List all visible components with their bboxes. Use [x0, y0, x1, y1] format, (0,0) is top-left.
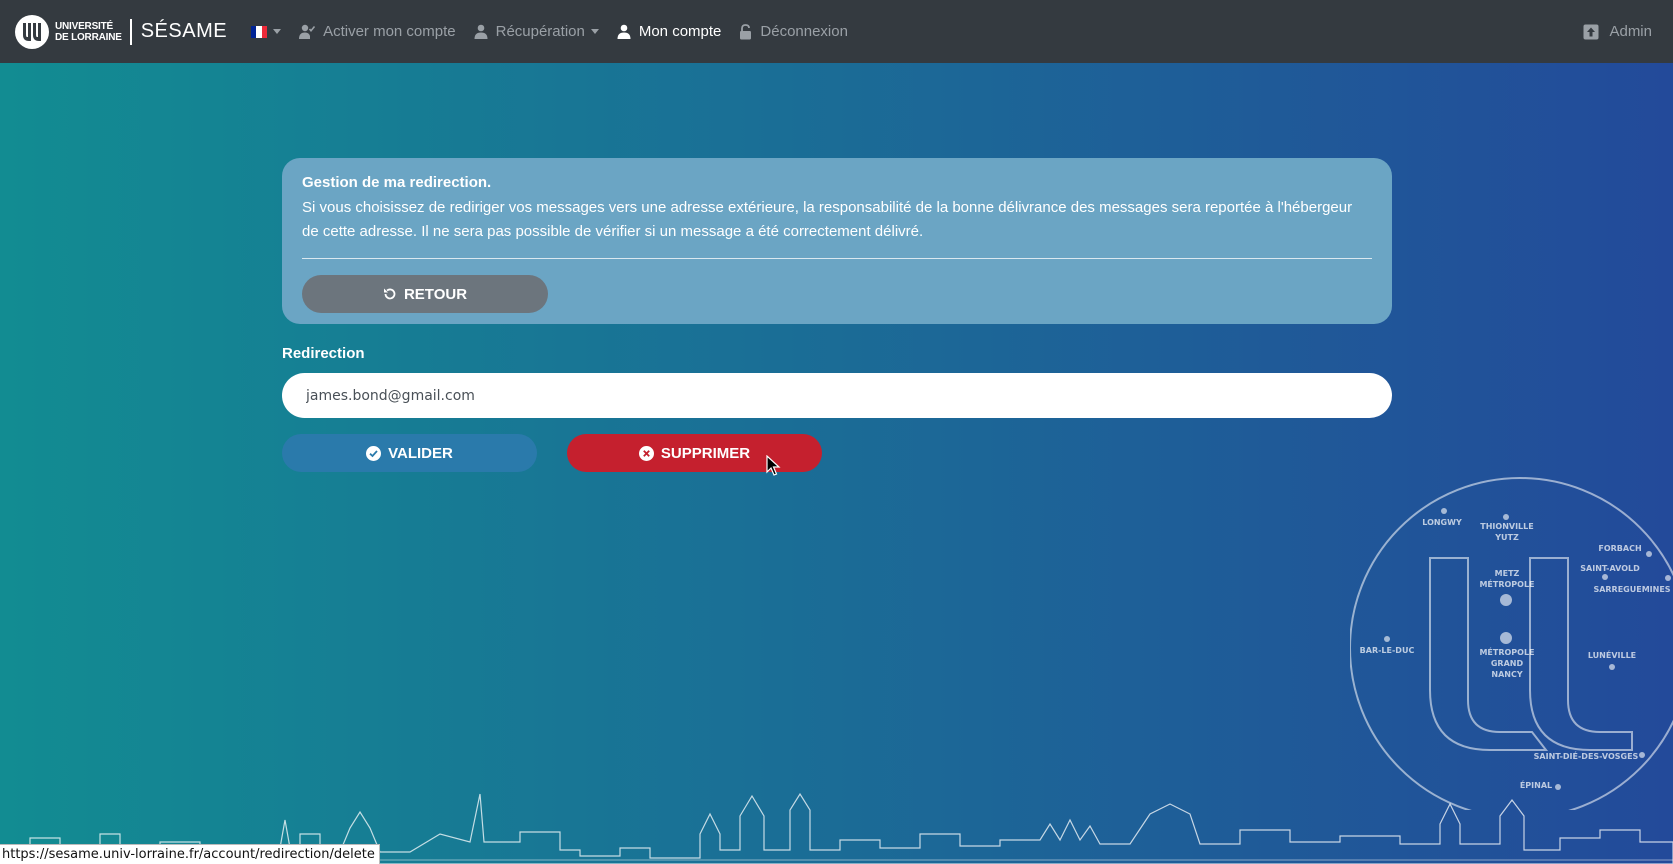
nav-admin-label: Admin [1609, 23, 1652, 40]
validate-button[interactable]: VALIDER [282, 434, 537, 472]
map-city-label: MÉTROPOLE [1479, 646, 1534, 657]
map-city-label: SAINT-DIÉ-DES-VOSGES [1534, 750, 1639, 761]
navbar: UNIVERSITÉ DE LORRAINE SÉSAME Activer mo… [0, 0, 1673, 63]
nav-my-account[interactable]: Mon compte [617, 23, 722, 40]
nav-recovery-label: Récupération [495, 23, 585, 40]
undo-icon [383, 288, 396, 300]
map-city-label: METZ [1495, 569, 1520, 578]
validate-button-label: VALIDER [388, 444, 453, 462]
logo-text: UNIVERSITÉ DE LORRAINE [55, 21, 122, 43]
alert-divider [302, 258, 1372, 259]
nav-my-account-label: Mon compte [638, 23, 722, 40]
language-dropdown[interactable] [251, 25, 282, 38]
map-city-label: LUNÉVILLE [1588, 649, 1636, 660]
map-city-label: NANCY [1491, 670, 1522, 679]
x-circle-icon [638, 445, 654, 461]
user-icon [617, 24, 631, 39]
logo-line-1: UNIVERSITÉ [55, 20, 114, 32]
chevron-down-icon [590, 29, 599, 34]
redirection-info-alert: Gestion de ma redirection. Si vous chois… [282, 158, 1392, 324]
redirection-label: Redirection [282, 345, 365, 362]
check-circle-icon [366, 445, 382, 461]
nav-logout-label: Déconnexion [760, 23, 848, 40]
nav-recovery[interactable]: Récupération [474, 23, 599, 40]
map-city-label: LONGWY [1422, 518, 1462, 527]
alert-title: Gestion de ma redirection. [302, 174, 492, 191]
map-city-label: GRAND [1491, 659, 1524, 668]
map-city-label: SARREGUEMINES [1593, 585, 1670, 594]
lorraine-map-decoration: LONGWY THIONVILLE YUTZ FORBACH SAINT-AVO… [1350, 477, 1673, 810]
user-icon [474, 24, 488, 39]
university-logo-icon [15, 14, 49, 49]
map-city-label: YUTZ [1494, 533, 1519, 542]
user-check-icon [299, 24, 316, 39]
back-button-label: RETOUR [403, 285, 468, 303]
upload-icon [1583, 24, 1599, 39]
brand-name: SÉSAME [140, 20, 228, 42]
map-city-label: THIONVILLE [1480, 522, 1533, 531]
map-city-label: SAINT-AVOLD [1580, 564, 1640, 573]
map-city-label: BAR-LE-DUC [1360, 646, 1415, 655]
back-button[interactable]: RETOUR [302, 275, 548, 313]
redirection-email-input[interactable] [282, 373, 1392, 418]
chevron-down-icon [273, 29, 282, 34]
nav-activate-account-label: Activer mon compte [323, 23, 456, 40]
delete-button-label: SUPPRIMER [660, 444, 751, 462]
logo-line-2: DE LORRAINE [55, 31, 122, 43]
brand-link[interactable]: UNIVERSITÉ DE LORRAINE SÉSAME [15, 14, 228, 49]
nav-logout[interactable]: Déconnexion [739, 23, 848, 40]
alert-body: Si vous choisissez de rediriger vos mess… [302, 199, 1353, 240]
unlock-icon [740, 23, 752, 39]
brand-separator [129, 18, 132, 45]
map-city-label: FORBACH [1598, 544, 1641, 553]
browser-status-url: https://sesame.univ-lorraine.fr/account/… [0, 844, 380, 864]
delete-button[interactable]: SUPPRIMER [567, 434, 822, 472]
french-flag-icon [251, 25, 268, 38]
map-city-label: MÉTROPOLE [1479, 578, 1534, 589]
nav-activate-account[interactable]: Activer mon compte [299, 23, 456, 40]
nav-admin[interactable]: Admin [1583, 0, 1652, 63]
mouse-pointer-icon [766, 455, 781, 476]
